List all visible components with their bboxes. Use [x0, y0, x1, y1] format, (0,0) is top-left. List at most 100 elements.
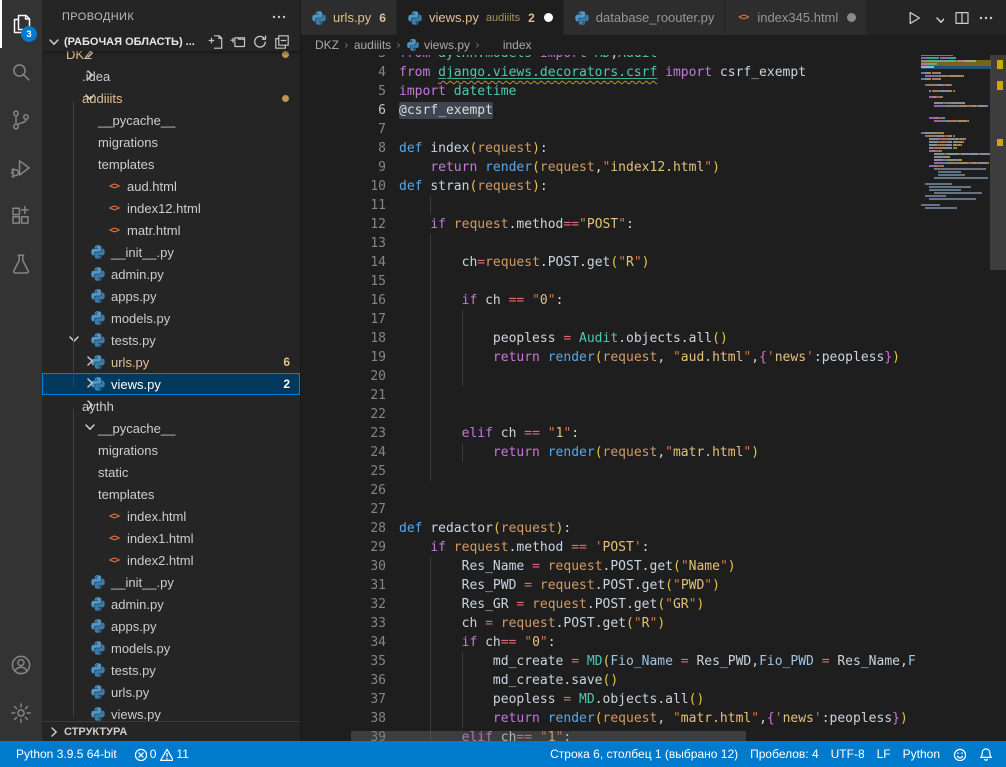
horizontal-scrollbar[interactable] — [351, 731, 746, 741]
tree-item-views.py[interactable]: views.py — [42, 703, 300, 721]
code-line[interactable]: peopless = Audit.objects.all() — [399, 329, 920, 348]
breadcrumb-item[interactable]: audiiits — [354, 38, 391, 52]
tree-item-__pycache__[interactable]: __pycache__ — [42, 109, 300, 131]
tab-urls.py[interactable]: urls.py 6 — [301, 0, 397, 35]
code-line[interactable]: from django.views.decorators.csrf import… — [399, 63, 920, 82]
code-line[interactable] — [399, 196, 920, 215]
tab-index345.html[interactable]: <> index345.html — [725, 0, 867, 35]
code-line[interactable]: Res_PWD = request.POST.get("PWD") — [399, 576, 920, 595]
eol-status[interactable]: LF — [871, 741, 897, 767]
code-line[interactable]: ch=request.POST.get("R") — [399, 253, 920, 272]
testing-icon[interactable] — [0, 240, 42, 288]
feedback-icon[interactable] — [946, 741, 972, 767]
code-line[interactable] — [399, 405, 920, 424]
breadcrumb-item[interactable]: DKZ — [315, 38, 339, 52]
tree-item-urls.py[interactable]: urls.py — [42, 681, 300, 703]
breadcrumb-item[interactable]: index — [485, 38, 532, 52]
python-interpreter-status[interactable]: Python 3.9.5 64-bit — [10, 741, 123, 767]
source-control-icon[interactable] — [0, 96, 42, 144]
tree-item-migrations[interactable]: migrations — [42, 439, 300, 461]
tree-item-admin.py[interactable]: admin.py — [42, 263, 300, 285]
code-line[interactable] — [399, 310, 920, 329]
code-line[interactable]: def redactor(request): — [399, 519, 920, 538]
code-line[interactable]: elif ch == "1": — [399, 424, 920, 443]
new-folder-icon[interactable] — [230, 34, 246, 50]
code-line[interactable]: import datetime — [399, 82, 920, 101]
notifications-icon[interactable] — [972, 741, 998, 767]
tree-item-__init__.py[interactable]: __init__.py — [42, 571, 300, 593]
code-line[interactable] — [399, 386, 920, 405]
run-dropdown-chevron-icon[interactable] — [928, 7, 948, 29]
new-file-icon[interactable] — [208, 34, 224, 50]
extensions-icon[interactable] — [0, 192, 42, 240]
code-line[interactable] — [399, 234, 920, 253]
code-line[interactable]: md_create = MD(Fio_Name = Res_PWD,Fio_PW… — [399, 652, 920, 671]
tree-item-apps.py[interactable]: apps.py — [42, 615, 300, 637]
code-line[interactable] — [399, 462, 920, 481]
vertical-scrollbar[interactable] — [990, 35, 1006, 741]
collapse-all-icon[interactable] — [274, 34, 290, 50]
outline-section-header[interactable]: СТРУКТУРА — [42, 721, 300, 741]
run-python-file-icon[interactable] — [904, 7, 924, 29]
tab-database_roouter.py[interactable]: database_roouter.py — [564, 0, 726, 35]
minimap[interactable] — [921, 55, 991, 741]
split-editor-icon[interactable] — [952, 7, 972, 29]
code-line[interactable]: ch = request.POST.get("R") — [399, 614, 920, 633]
scrollbar-thumb[interactable] — [990, 37, 1006, 270]
code-line[interactable] — [399, 120, 920, 139]
dirty-indicator-icon[interactable] — [544, 13, 553, 22]
tree-item-models.py[interactable]: models.py — [42, 307, 300, 329]
tree-item-aud.html[interactable]: <>aud.html — [42, 175, 300, 197]
code-line[interactable]: if ch== "0": — [399, 633, 920, 652]
tree-item-index1.html[interactable]: <>index1.html — [42, 527, 300, 549]
code-line[interactable] — [399, 367, 920, 386]
cursor-position-status[interactable]: Строка 6, столбец 1 (выбрано 12) — [544, 741, 744, 767]
breadcrumb-item[interactable]: views.py — [406, 38, 470, 52]
code-line[interactable]: return render(request,"matr.html") — [399, 443, 920, 462]
code-line[interactable] — [399, 272, 920, 291]
tree-item-index12.html[interactable]: <>index12.html — [42, 197, 300, 219]
encoding-status[interactable]: UTF-8 — [825, 741, 871, 767]
tree-item-templates[interactable]: templates — [42, 483, 300, 505]
tree-item-audiiits[interactable]: audiiits — [42, 87, 300, 109]
tree-item-__pycache__[interactable]: __pycache__ — [42, 417, 300, 439]
code-line[interactable]: Res_GR = request.POST.get("GR") — [399, 595, 920, 614]
tree-item-__init__.py[interactable]: __init__.py — [42, 241, 300, 263]
code-line[interactable]: @csrf_exempt — [399, 101, 920, 120]
code-line[interactable]: if request.method == 'POST': — [399, 538, 920, 557]
account-icon[interactable] — [0, 641, 42, 689]
tree-item-tests.py[interactable]: tests.py — [42, 659, 300, 681]
workspace-section-header[interactable]: (РАБОЧАЯ ОБЛАСТЬ) ... — [42, 33, 300, 51]
code-line[interactable]: from aythh.models import MD,Audit — [399, 55, 920, 63]
code-line[interactable]: if request.method=="POST": — [399, 215, 920, 234]
tree-item-migrations[interactable]: migrations — [42, 131, 300, 153]
more-actions-icon[interactable] — [270, 8, 288, 26]
tree-item-models.py[interactable]: models.py — [42, 637, 300, 659]
tree-item-index.html[interactable]: <>index.html — [42, 505, 300, 527]
dirty-indicator-icon[interactable] — [847, 13, 856, 22]
language-mode-status[interactable]: Python — [897, 741, 946, 767]
code-line[interactable]: Res_Name = request.POST.get("Name") — [399, 557, 920, 576]
settings-icon[interactable] — [0, 689, 42, 737]
code-line[interactable]: return render(request, "matr.html",{'new… — [399, 709, 920, 728]
refresh-icon[interactable] — [252, 34, 268, 50]
problems-status[interactable]: 0 11 — [127, 741, 195, 767]
code-line[interactable]: def stran(request): — [399, 177, 920, 196]
tab-views.py[interactable]: views.py audiiits 2 — [397, 0, 564, 35]
search-icon[interactable] — [0, 48, 42, 96]
tree-item-matr.html[interactable]: <>matr.html — [42, 219, 300, 241]
code-editor[interactable]: 3456789101112131415161718192021222324252… — [301, 55, 1006, 741]
code-line[interactable]: return render(request,"index12.html") — [399, 158, 920, 177]
tree-item-apps.py[interactable]: apps.py — [42, 285, 300, 307]
tree-item-index2.html[interactable]: <>index2.html — [42, 549, 300, 571]
tree-item-static[interactable]: static — [42, 461, 300, 483]
code-line[interactable] — [399, 481, 920, 500]
explorer-icon[interactable]: 3 — [0, 0, 42, 48]
run-and-debug-icon[interactable] — [0, 144, 42, 192]
tree-item-aythh[interactable]: aythh — [42, 395, 300, 417]
code-line[interactable]: peopless = MD.objects.all() — [399, 690, 920, 709]
code-line[interactable]: def index(request): — [399, 139, 920, 158]
tree-item-templates[interactable]: templates — [42, 153, 300, 175]
code-line[interactable] — [399, 500, 920, 519]
more-actions-icon[interactable] — [976, 7, 996, 29]
